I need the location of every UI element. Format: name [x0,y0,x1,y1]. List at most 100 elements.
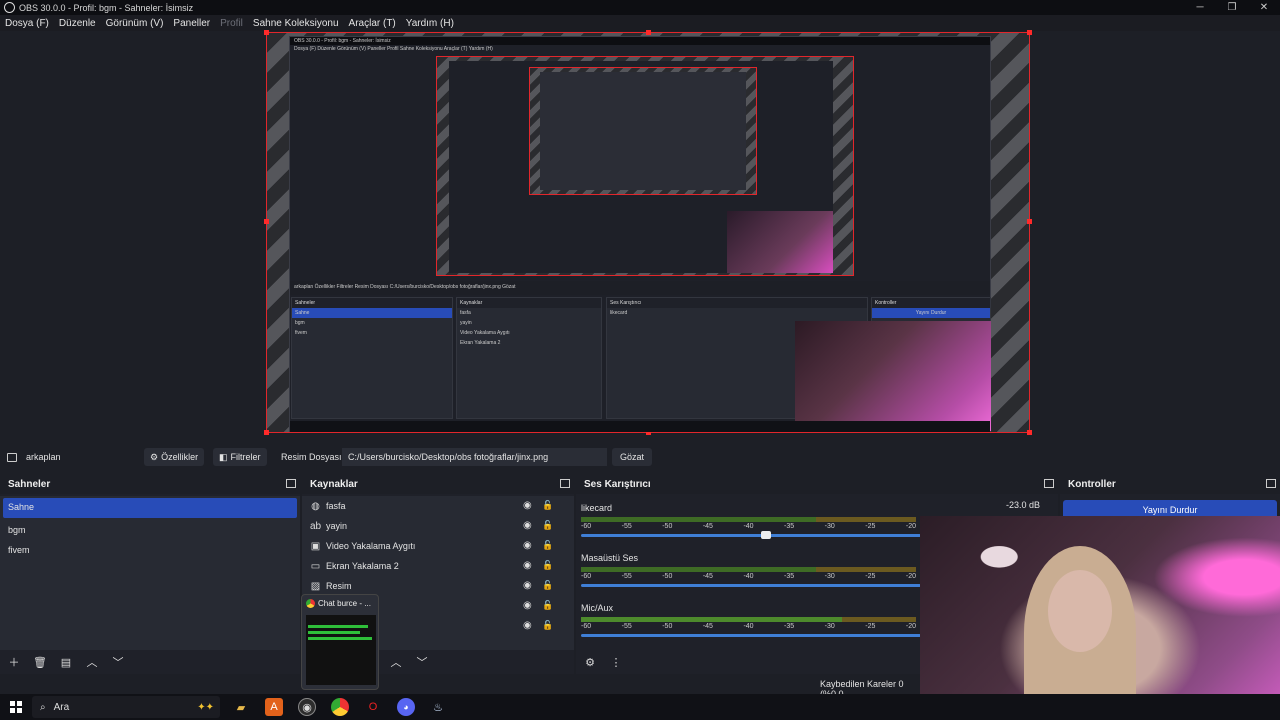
eye-icon[interactable]: ◉ [523,580,535,592]
lock-icon[interactable]: 🔓 [542,520,554,532]
move-down-icon[interactable]: ﹀ [108,653,128,671]
lock-icon[interactable]: 🔓 [542,500,554,512]
menu-help[interactable]: Yardım (H) [406,18,454,29]
menu-file[interactable]: Dosya (F) [5,18,49,29]
mixer-dock-header: Ses Karıştırıcı [576,474,1058,494]
menu-scene-collection[interactable]: Sahne Koleksiyonu [253,18,339,29]
window-title: OBS 30.0.0 - Profil: bgm - Sahneler: İsi… [19,2,194,13]
menu-docks[interactable]: Paneller [173,18,210,29]
taskbar-thumbnail-popup[interactable]: Chat burce - ... [301,594,379,690]
source-item[interactable]: ▭ Ekran Yakalama 2 ◉ 🔓 [302,556,574,576]
source-item[interactable]: ▣ Video Yakalama Aygıtı ◉ 🔓 [302,536,574,556]
scene-item[interactable]: Sahne [3,498,297,518]
filters-label: Filtreler [230,452,261,462]
trash-icon[interactable]: 🗑 [30,653,50,671]
source-label: Resim [326,581,352,591]
nested-source-bar: arkaplan Özellikler Filtreler Resim Dosy… [290,281,990,295]
track-volume-db: -23.0 dB [1005,500,1040,510]
app-icon[interactable]: A [265,698,283,716]
resize-handle[interactable] [1027,30,1032,35]
thumbnail-preview[interactable] [306,615,376,685]
nested-source-item: Ekran Yakalama 2 [460,340,501,346]
eye-icon[interactable]: ◉ [523,560,535,572]
opera-icon[interactable]: O [364,698,382,716]
title-bar: OBS 30.0.0 - Profil: bgm - Sahneler: İsi… [0,0,1280,15]
thumbnail-header: Chat burce - ... [302,595,378,608]
taskbar-search[interactable]: ⌕ Ara ✦✦ [32,696,220,718]
move-up-icon[interactable]: ︿ [82,653,102,671]
volume-slider[interactable] [581,531,921,539]
volume-slider[interactable] [581,584,921,587]
gear-icon: ⚙ [150,451,159,462]
lock-icon[interactable]: 🔓 [542,600,554,612]
file-explorer-icon[interactable]: ▰ [232,698,250,716]
browse-button[interactable]: Gözat [612,448,653,466]
lock-icon[interactable]: 🔓 [542,540,554,552]
camera-icon: ▣ [310,540,321,552]
gear-icon[interactable]: ⚙ [580,653,600,671]
chrome-icon[interactable] [331,698,349,716]
obs-icon[interactable]: ◉ [298,698,316,716]
move-down-icon[interactable]: ﹀ [412,653,432,671]
eye-icon[interactable]: ◉ [523,600,535,612]
eye-icon[interactable]: ◉ [523,500,535,512]
slider-handle[interactable] [761,531,771,539]
source-label: Ekran Yakalama 2 [326,561,399,571]
properties-label: Özellikler [161,452,199,462]
volume-slider[interactable] [581,634,921,637]
scene-item[interactable]: bgm [0,520,300,540]
minimize-icon[interactable]: ─ [1184,0,1216,15]
nested-track: likecard [610,310,628,316]
nested-canvas [436,56,854,276]
nested-sources-panel: Kaynaklar fasfa yayin Video Yakalama Ayg… [456,297,602,419]
move-up-icon[interactable]: ︿ [386,653,406,671]
nested-controls-title: Kontroller [872,298,990,308]
filters-button[interactable]: ◧ Filtreler [213,448,267,466]
resize-handle[interactable] [264,219,269,224]
status-bar: Kaybedilen Kareler 0 (%0.0 [0,676,920,699]
menu-bar: Dosya (F) Düzenle Görünüm (V) Paneller P… [0,15,1280,31]
nested-source-item: Video Yakalama Aygıtı [460,330,510,336]
more-options-icon[interactable]: ⋮ [606,653,626,671]
properties-button[interactable]: ⚙ Özellikler [144,448,205,466]
filters-icon[interactable]: ▤ [56,653,76,671]
menu-edit[interactable]: Düzenle [59,18,96,29]
windows-start-icon[interactable] [10,701,22,713]
undock-icon[interactable] [286,479,296,488]
undock-icon[interactable] [1044,479,1054,488]
resize-handle[interactable] [264,30,269,35]
discord-icon[interactable]: ◕ [397,698,415,716]
resize-handle[interactable] [646,30,651,35]
lock-icon[interactable]: 🔓 [542,620,554,632]
menu-view[interactable]: Görünüm (V) [106,18,164,29]
resize-handle[interactable] [264,430,269,435]
menu-profile: Profil [220,17,243,29]
source-item[interactable]: ▨ Resim ◉ 🔓 [302,576,574,596]
lock-icon[interactable]: 🔓 [542,560,554,572]
screen-capture-preview: OBS 30.0.0 - Profil: bgm - Sahneler: İsi… [289,36,991,432]
image-file-path-field[interactable]: C:/Users/burcisko/Desktop/obs fotoğrafla… [342,448,607,466]
eye-icon[interactable]: ◉ [523,620,535,632]
mixer-title: Ses Karıştırıcı [584,478,651,490]
meter-scale: -60 -55 -50 -45 -40 -35 -30 -25 -20 [581,623,916,630]
text-icon: ab [310,520,322,532]
maximize-icon[interactable]: ❐ [1216,0,1248,15]
webcam-face [1048,570,1112,652]
meter-scale: -60 -55 -50 -45 -40 -35 -30 -25 -20 [581,573,916,580]
undock-icon[interactable] [1266,479,1276,488]
undock-icon[interactable] [560,479,570,488]
source-item[interactable]: ab yayin ◉ 🔓 [302,516,574,536]
scene-item[interactable]: fivem [0,540,300,560]
close-icon[interactable]: ✕ [1248,0,1280,15]
eye-icon[interactable]: ◉ [523,520,535,532]
menu-tools[interactable]: Araçlar (T) [349,18,396,29]
selected-source-name: arkaplan [26,452,61,462]
add-scene-icon[interactable]: ＋ [4,653,24,671]
steam-icon[interactable]: ♨ [429,698,447,716]
resize-handle[interactable] [1027,219,1032,224]
resize-handle[interactable] [1027,430,1032,435]
eye-icon[interactable]: ◉ [523,540,535,552]
source-item[interactable]: ◍ fasfa ◉ 🔓 [302,496,574,516]
lock-icon[interactable]: 🔓 [542,580,554,592]
scenes-footer: ＋ 🗑 ▤ ︿ ﹀ [0,650,300,674]
